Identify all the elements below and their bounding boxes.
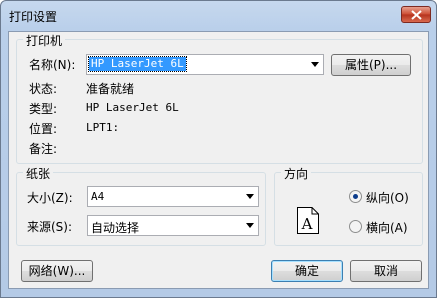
landscape-radio[interactable]	[349, 220, 362, 233]
page-icon-letter: A	[301, 215, 313, 233]
paper-source-value: 自动选择	[91, 221, 140, 235]
close-button[interactable]	[401, 6, 431, 23]
printer-group-label: 打印机	[23, 32, 66, 49]
paper-size-value: A4	[91, 190, 105, 203]
printer-name-select[interactable]: HP LaserJet 6L	[86, 54, 324, 75]
paper-source-select[interactable]: 自动选择	[87, 215, 259, 236]
dialog-body: 打印机 名称(N): HP LaserJet 6L 属性(P)... 状态: 准…	[8, 31, 429, 289]
paper-group-label: 纸张	[23, 165, 54, 182]
chevron-down-icon	[246, 194, 254, 199]
orientation-group-label: 方向	[281, 165, 312, 182]
chevron-down-icon	[246, 223, 254, 228]
network-button[interactable]: 网络(W)...	[21, 260, 93, 282]
paper-size-select[interactable]: A4	[87, 186, 259, 207]
paper-source-label: 来源(S):	[27, 220, 73, 234]
portrait-radio[interactable]	[349, 190, 362, 203]
chevron-down-icon	[311, 62, 319, 67]
type-label: 类型:	[29, 102, 58, 116]
type-value: HP LaserJet 6L	[86, 101, 179, 114]
printer-group: 打印机 名称(N): HP LaserJet 6L 属性(P)... 状态: 准…	[16, 32, 423, 164]
printer-name-label: 名称(N):	[29, 58, 76, 72]
landscape-label[interactable]: 横向(A)	[366, 219, 408, 236]
paper-group: 纸张 大小(Z): A4 来源(S): 自动选择	[16, 165, 266, 246]
printer-name-value: HP LaserJet 6L	[88, 56, 187, 72]
comment-label: 备注:	[29, 142, 58, 156]
orientation-group: 方向 A 纵向(O) 横向(A)	[274, 165, 423, 246]
properties-button[interactable]: 属性(P)...	[331, 54, 411, 76]
paper-size-label: 大小(Z):	[27, 191, 73, 205]
portrait-label[interactable]: 纵向(O)	[366, 189, 409, 206]
print-setup-dialog: 打印设置 打印机 名称(N): HP LaserJet 6L 属性(P)... …	[0, 0, 437, 298]
ok-button[interactable]: 确定	[271, 260, 343, 282]
status-value: 准备就绪	[86, 82, 135, 96]
status-label: 状态:	[29, 82, 58, 96]
title-bar[interactable]: 打印设置	[1, 1, 436, 31]
portrait-page-icon: A	[297, 207, 319, 234]
window-title: 打印设置	[9, 10, 58, 24]
location-label: 位置:	[29, 122, 58, 136]
location-value: LPT1:	[86, 121, 120, 134]
close-icon	[411, 10, 422, 20]
cancel-button[interactable]: 取消	[350, 260, 422, 282]
